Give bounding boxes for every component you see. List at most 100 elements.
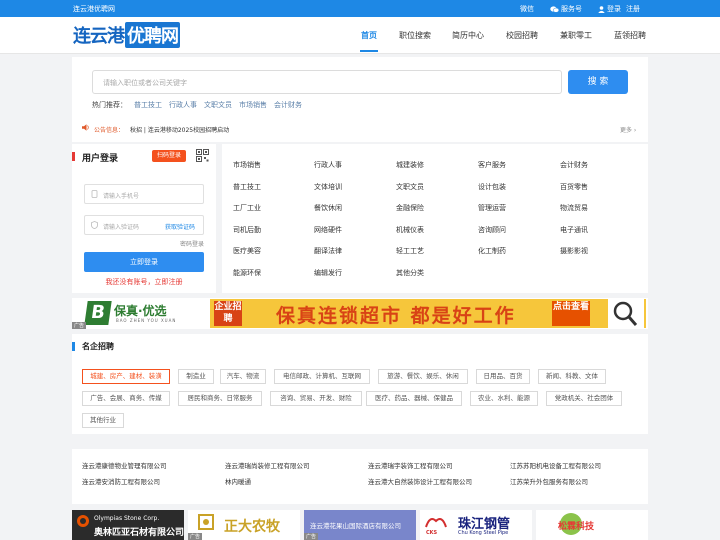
nav-blue-collar[interactable]: 蓝领招聘 (614, 30, 646, 41)
olympias-cn: 奥林匹亚石材有限公司 (94, 528, 184, 538)
nav-part-time[interactable]: 兼职零工 (560, 30, 592, 41)
ad-label: 广告 (188, 533, 203, 540)
industry-tag[interactable]: 旅游、餐饮、娱乐、休闲 (378, 369, 468, 384)
category-item[interactable]: 咨询顾问 (478, 225, 506, 235)
header: 连云港 优聘网 首页 职位搜索 简历中心 校园招聘 兼职零工 蓝领招聘 (0, 17, 720, 54)
ad-banner[interactable]: B 保真·优选 BAO ZHEN YOU XUAN 广告 企业招聘 保真连锁超市… (72, 298, 648, 329)
category-item[interactable]: 翻译法律 (314, 246, 342, 256)
nav-job-search[interactable]: 职位搜索 (399, 30, 431, 41)
category-item[interactable]: 物流贸易 (560, 203, 588, 213)
password-login-link[interactable]: 密码登录 (180, 239, 204, 248)
login-link[interactable]: 登录 (598, 4, 621, 14)
company-link[interactable]: 连云港瑞尚装修工程有限公司 (225, 460, 310, 470)
scan-login-button[interactable]: 扫码登录 (152, 150, 186, 162)
nav-campus[interactable]: 校园招聘 (506, 30, 538, 41)
category-item[interactable]: 文职文员 (396, 182, 424, 192)
industry-tag[interactable]: 电信邮政、计算机、互联网 (274, 369, 370, 384)
login-label: 登录 (607, 5, 621, 13)
category-item[interactable]: 金融保险 (396, 203, 424, 213)
category-item[interactable]: 司机后勤 (233, 225, 261, 235)
get-code-button[interactable]: 获取验证码 (165, 222, 195, 231)
industry-tag[interactable]: 农业、水利、能源 (470, 391, 538, 406)
category-item[interactable]: 编辑发行 (314, 268, 342, 278)
category-item[interactable]: 客户服务 (478, 160, 506, 170)
industry-tag[interactable]: 其他行业 (82, 413, 124, 428)
category-item[interactable]: 摄影影视 (560, 246, 588, 256)
category-item[interactable]: 能源环保 (233, 268, 261, 278)
logo-city: 连云港 (73, 26, 125, 47)
hot-keyword[interactable]: 行政人事 (169, 100, 197, 110)
login-button[interactable]: 立即登录 (84, 252, 204, 272)
nav-active-indicator (360, 50, 378, 52)
category-item[interactable]: 设计包装 (478, 182, 506, 192)
category-item[interactable]: 医疗美容 (233, 246, 261, 256)
category-item[interactable]: 化工制药 (478, 246, 506, 256)
industry-tag[interactable]: 居民和商务、日常服务 (178, 391, 262, 406)
category-item[interactable]: 其他分类 (396, 268, 424, 278)
speaker-icon (82, 124, 89, 131)
cks-logo-text: CKS (426, 530, 438, 536)
hot-keyword[interactable]: 会计财务 (274, 100, 302, 110)
company-link[interactable]: 连云港康德物业管理有限公司 (82, 460, 167, 470)
industry-tag[interactable]: 汽车、物流 (220, 369, 266, 384)
ad-huaguoshan-hotel[interactable]: 连云港花果山国际酒店有限公司 广告 (304, 510, 416, 540)
category-item[interactable]: 百货零售 (560, 182, 588, 192)
category-item[interactable]: 电子通讯 (560, 225, 588, 235)
nav-home[interactable]: 首页 (361, 30, 377, 41)
search-input[interactable]: 请输入职位或者公司关键字 (92, 70, 562, 94)
category-item[interactable]: 工厂工业 (233, 203, 261, 213)
company-link[interactable]: 连云港瑞宇装饰工程有限公司 (368, 460, 453, 470)
company-link[interactable]: 林内暖通 (225, 476, 251, 486)
industry-tag[interactable]: 广告、会展、商务、传媒 (82, 391, 170, 406)
notice-more-link[interactable]: 更多 › (620, 125, 636, 134)
category-item[interactable]: 文体培训 (314, 182, 342, 192)
notice-text[interactable]: 秋招 | 连云港移动2025校园招聘启动 (130, 125, 229, 134)
wechat-link[interactable]: 微信 (520, 4, 534, 14)
phone-field[interactable]: 请输入手机号 (84, 184, 204, 204)
industry-tag[interactable]: 制造业 (178, 369, 214, 384)
site-name[interactable]: 连云港优聘网 (73, 4, 115, 14)
shield-icon (91, 221, 98, 229)
register-link[interactable]: 注册 (626, 4, 640, 14)
hot-keyword[interactable]: 普工技工 (134, 100, 162, 110)
ad-songlin[interactable]: 松霖科技 (536, 510, 648, 540)
chat-icon (550, 5, 559, 13)
industry-tag[interactable]: 新闻、科教、文体 (538, 369, 606, 384)
industry-tag[interactable]: 城建、房产、建材、装潢 (82, 369, 170, 384)
hot-keyword[interactable]: 市场销售 (239, 100, 267, 110)
industry-tag[interactable]: 医疗、药品、器械、保健品 (366, 391, 462, 406)
category-item[interactable]: 轻工工艺 (396, 246, 424, 256)
register-link[interactable]: 我还没有账号，立即注册 (72, 277, 216, 287)
category-item[interactable]: 行政人事 (314, 160, 342, 170)
company-link[interactable]: 江苏荣升外包服务有限公司 (510, 476, 588, 486)
chukong-en: Chu Kong Steel Pipe (458, 530, 509, 536)
ad-zhengda[interactable]: 正大农牧 广告 (188, 510, 300, 540)
company-link[interactable]: 江苏苏阳机电设备工程有限公司 (510, 460, 601, 470)
qr-code-icon[interactable] (196, 149, 209, 162)
hot-keyword[interactable]: 文职文员 (204, 100, 232, 110)
industry-tag[interactable]: 党政机关、社会团体 (546, 391, 622, 406)
ad-olympias[interactable]: Olympias Stone Corp. 奥林匹亚石材有限公司 (72, 510, 184, 540)
magnifier-icon (608, 299, 644, 328)
code-field[interactable]: 请输入验证码 获取验证码 (84, 215, 204, 235)
category-item[interactable]: 会计财务 (560, 160, 588, 170)
industry-tag[interactable]: 日用品、百货 (476, 369, 530, 384)
site-logo[interactable]: 连云港 优聘网 (73, 22, 180, 48)
industry-tag[interactable]: 咨询、贸易、开发、财险 (270, 391, 362, 406)
category-item[interactable]: 机械仪表 (396, 225, 424, 235)
service-account-link[interactable]: 服务号 (550, 4, 582, 14)
company-link[interactable]: 连云港安消防工程有限公司 (82, 476, 160, 486)
category-item[interactable]: 城建装修 (396, 160, 424, 170)
ad-label: 广告 (72, 322, 87, 329)
nav-resume-center[interactable]: 简历中心 (452, 30, 484, 41)
company-link[interactable]: 连云港大自然装饰设计工程有限公司 (368, 476, 472, 486)
category-item[interactable]: 普工技工 (233, 182, 261, 192)
search-button[interactable]: 搜 索 (568, 70, 628, 94)
category-item[interactable]: 网络硬件 (314, 225, 342, 235)
songlin-name: 松霖科技 (558, 522, 595, 532)
ad-chukong-steel[interactable]: CKS 珠江钢管 Chu Kong Steel Pipe (420, 510, 532, 540)
category-item[interactable]: 管理运营 (478, 203, 506, 213)
category-item[interactable]: 市场销售 (233, 160, 261, 170)
banner-click-button[interactable]: 点击查看 (552, 301, 590, 326)
category-item[interactable]: 餐饮休闲 (314, 203, 342, 213)
